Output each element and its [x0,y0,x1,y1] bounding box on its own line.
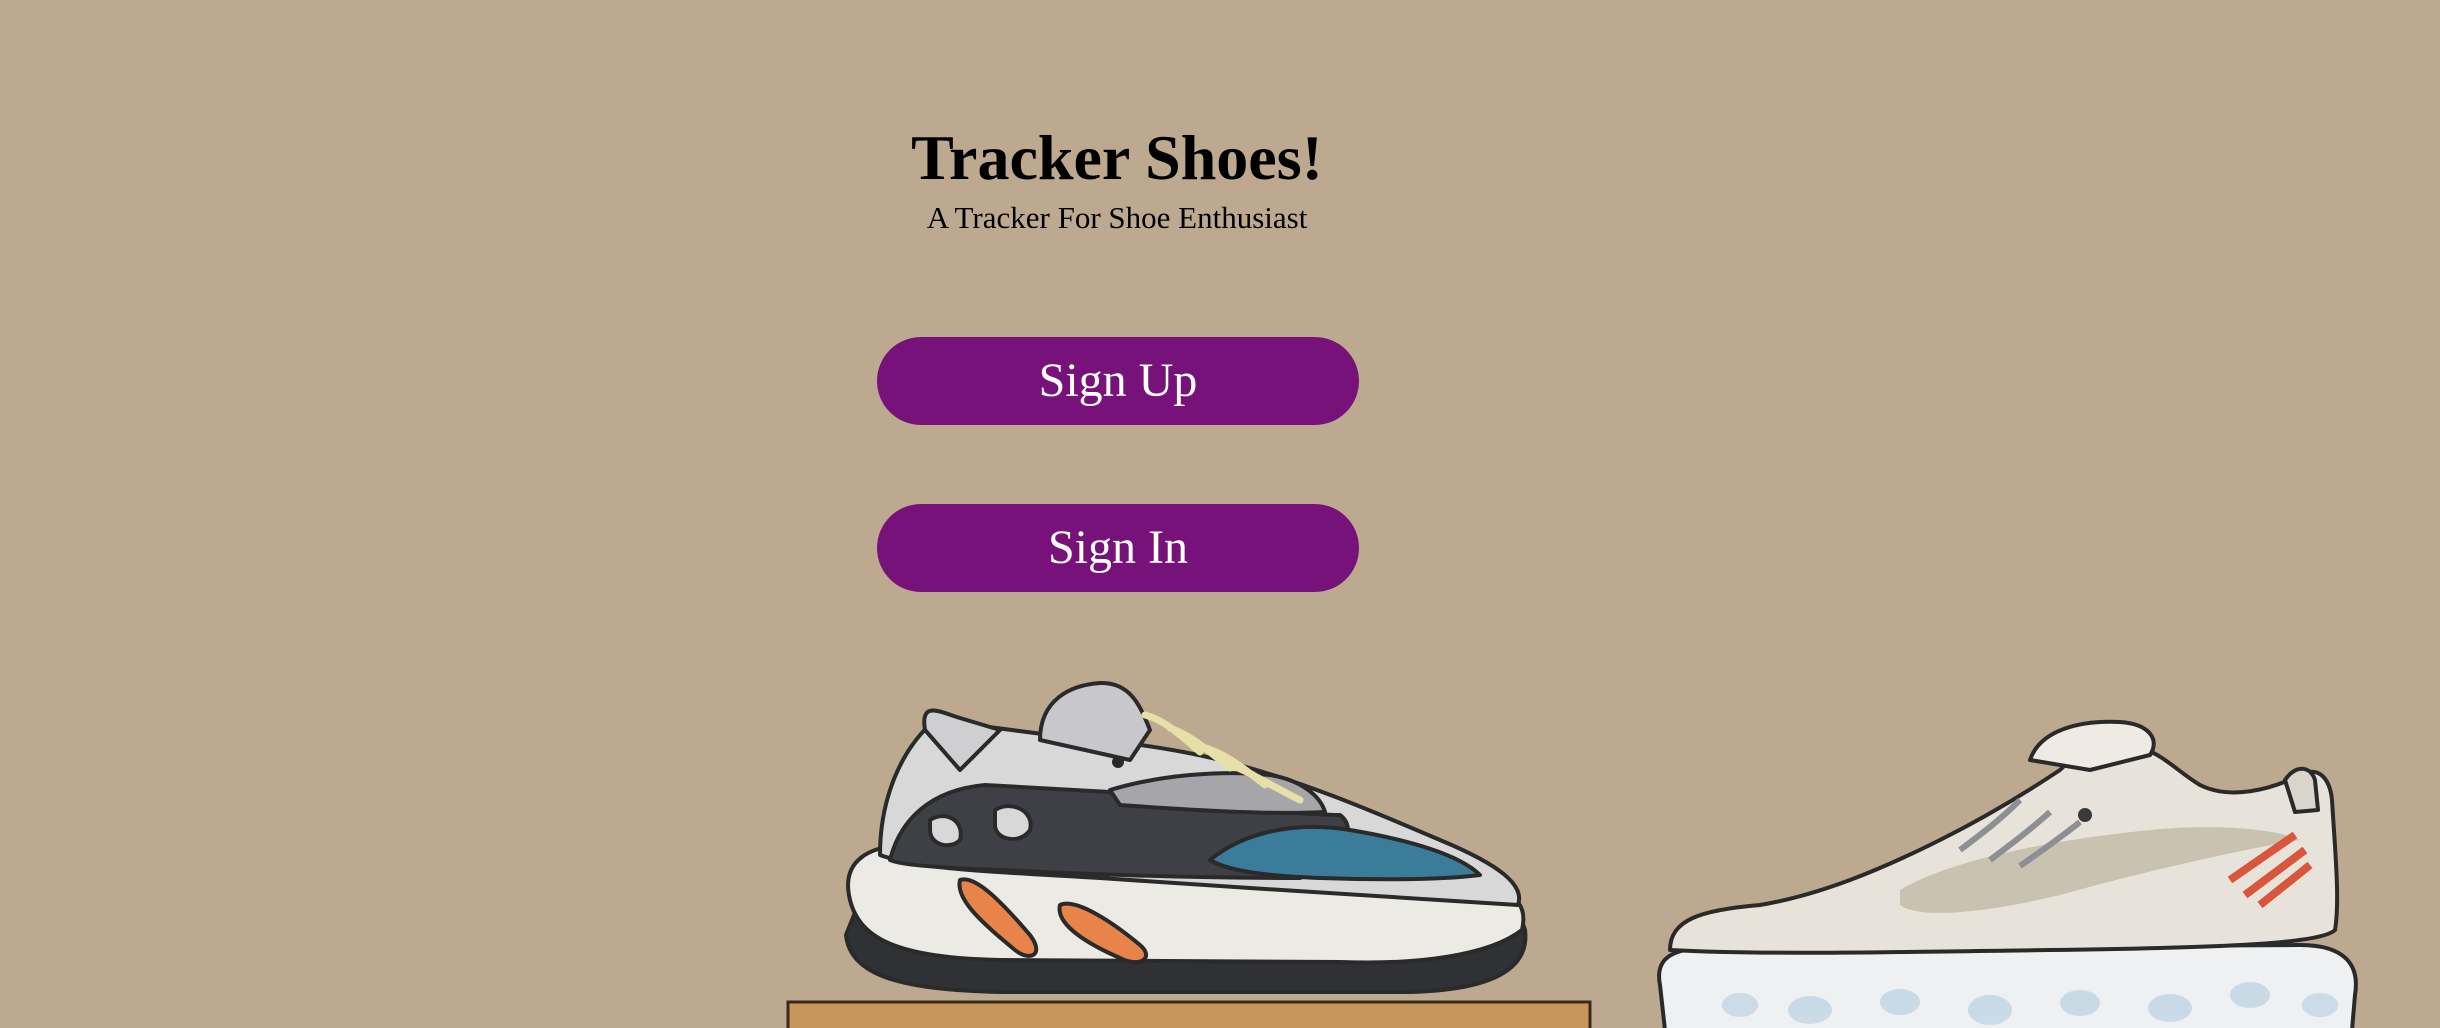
display-box [786,1000,1592,1028]
page-title: Tracker Shoes! [911,122,1323,193]
sneaker-illustration-right [1657,719,2358,1028]
hero-header: Tracker Shoes! A Tracker For Shoe Enthus… [867,120,1367,236]
page-subtitle: A Tracker For Shoe Enthusiast [926,200,1308,235]
landing-page: Tracker Shoes! A Tracker For Shoe Enthus… [0,0,2440,1028]
sign-in-button[interactable]: Sign In [877,504,1359,592]
sign-up-button[interactable]: Sign Up [877,337,1359,425]
sneaker-illustration-left [844,680,1528,994]
